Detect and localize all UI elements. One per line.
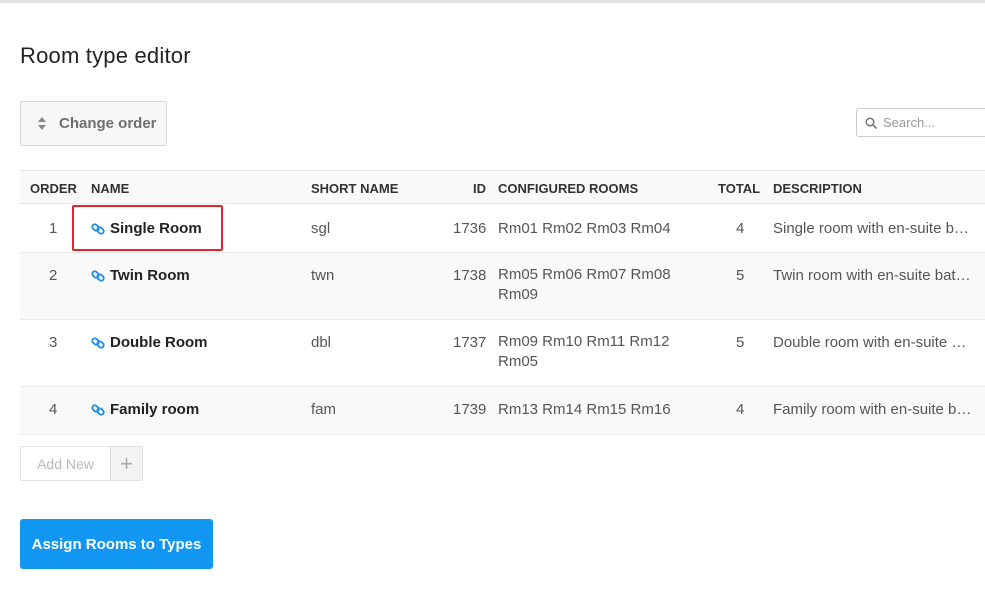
link-icon <box>91 403 105 416</box>
row-rooms: Rm01 Rm02 Rm03 Rm04 <box>498 220 671 237</box>
table-row[interactable]: 4 Family room fam 1739 Rm13 Rm14 Rm15 Rm… <box>20 387 985 435</box>
row-description: Twin room with en-suite bat… <box>773 267 971 284</box>
row-name-link[interactable]: Twin Room <box>91 267 190 284</box>
row-rooms: Rm13 Rm14 Rm15 Rm16 <box>498 401 671 418</box>
search-icon <box>865 116 877 129</box>
row-name: Double Room <box>110 334 208 351</box>
header-total[interactable]: TOTAL <box>718 181 760 196</box>
row-rooms: Rm09 Rm10 Rm11 Rm12 Rm05 <box>498 333 670 370</box>
row-total: 4 <box>736 220 745 237</box>
row-name-link[interactable]: Family room <box>91 401 199 418</box>
top-border <box>0 0 985 3</box>
row-name: Twin Room <box>110 267 190 284</box>
row-short-name: sgl <box>311 220 331 237</box>
add-new-label[interactable]: Add New <box>21 447 110 480</box>
sort-icon <box>37 116 47 131</box>
row-id: 1737 <box>453 334 487 351</box>
row-total: 5 <box>736 334 745 351</box>
add-new-control[interactable]: Add New + <box>20 446 143 481</box>
row-short-name: fam <box>311 401 337 418</box>
search-box[interactable] <box>856 108 985 137</box>
row-total: 4 <box>736 401 745 418</box>
row-order: 2 <box>49 267 58 284</box>
row-rooms: Rm05 Rm06 Rm07 Rm08 Rm09 <box>498 266 671 303</box>
row-description: Family room with en-suite b… <box>773 401 972 418</box>
page-title: Room type editor <box>20 43 191 68</box>
row-name-link[interactable]: Double Room <box>91 334 208 351</box>
row-id: 1736 <box>453 220 487 237</box>
row-order: 4 <box>49 401 58 418</box>
row-description: Single room with en-suite b… <box>773 220 969 237</box>
table-row[interactable]: 2 Twin Room twn 1738 Rm05 Rm06 Rm07 Rm08… <box>20 253 985 320</box>
row-short-name: dbl <box>311 334 332 351</box>
link-icon <box>91 336 105 349</box>
plus-icon[interactable]: + <box>110 447 142 480</box>
header-name[interactable]: NAME <box>91 181 129 196</box>
table-header: ORDER NAME SHORT NAME ID CONFIGURED ROOM… <box>20 171 985 204</box>
header-short-name[interactable]: SHORT NAME <box>311 181 398 196</box>
row-description: Double room with en-suite … <box>773 334 967 351</box>
row-id: 1739 <box>453 401 487 418</box>
table-row[interactable]: 3 Double Room dbl 1737 Rm09 Rm10 Rm11 Rm… <box>20 320 985 387</box>
row-short-name: twn <box>311 267 335 284</box>
header-description[interactable]: DESCRIPTION <box>773 181 862 196</box>
selection-highlight <box>72 205 223 251</box>
link-icon <box>91 269 105 282</box>
change-order-label: Change order <box>59 115 157 132</box>
header-configured-rooms[interactable]: CONFIGURED ROOMS <box>498 181 638 196</box>
header-id[interactable]: ID <box>473 181 486 196</box>
change-order-button[interactable]: Change order <box>20 101 167 146</box>
assign-rooms-button[interactable]: Assign Rooms to Types <box>20 519 213 569</box>
header-order[interactable]: ORDER <box>30 181 77 196</box>
row-order: 1 <box>49 220 58 237</box>
row-id: 1738 <box>453 267 487 284</box>
row-name: Family room <box>110 401 200 418</box>
row-order: 3 <box>49 334 58 351</box>
search-input[interactable] <box>883 115 983 130</box>
row-total: 5 <box>736 267 745 284</box>
